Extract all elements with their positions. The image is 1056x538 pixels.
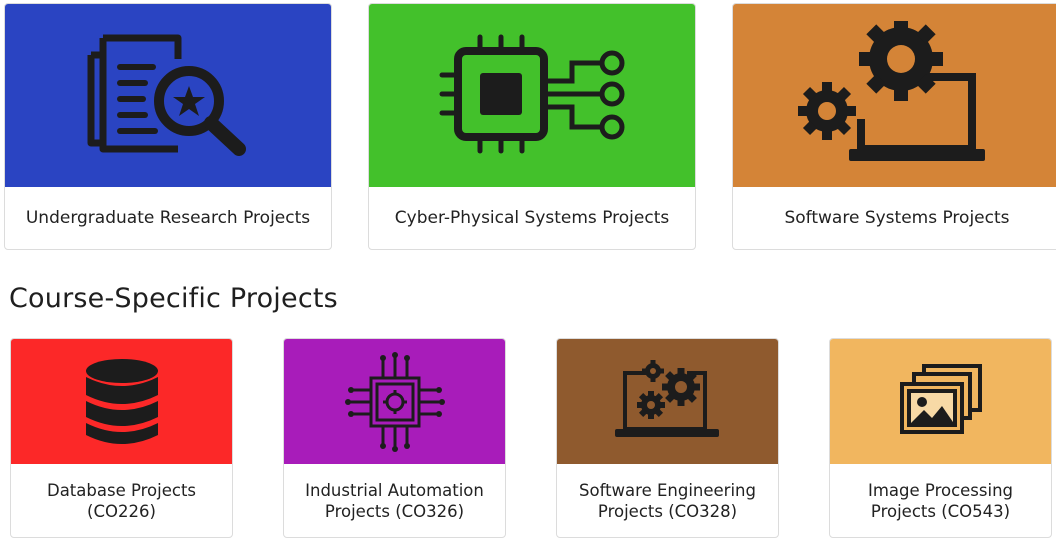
- card-title[interactable]: Database Projects (CO226): [29, 480, 214, 522]
- document-search-star-icon: [87, 34, 246, 156]
- database-icon: [85, 358, 158, 444]
- card-body: Industrial Automation Projects (CO326): [284, 464, 505, 537]
- automation-chip-icon: [344, 351, 445, 452]
- card-image: [5, 4, 331, 187]
- card-image: [11, 339, 232, 464]
- card-image: [733, 4, 1056, 187]
- gears-laptop-icon: [614, 359, 719, 437]
- card-image: [557, 339, 778, 464]
- card-body: Software Engineering Projects (CO328): [557, 464, 778, 537]
- card-body: Cyber-Physical Systems Projects: [369, 187, 695, 249]
- card-image: [369, 4, 695, 187]
- gears-laptop-icon: [798, 20, 985, 161]
- card-title[interactable]: Cyber-Physical Systems Projects: [395, 208, 669, 229]
- section-heading: Course-Specific Projects: [9, 283, 338, 314]
- card-image: [830, 339, 1051, 464]
- card-industrial-automation[interactable]: Industrial Automation Projects (CO326): [283, 338, 506, 538]
- image-gallery-icon: [899, 363, 982, 434]
- card-title[interactable]: Software Engineering Projects (CO328): [575, 480, 760, 522]
- card-undergraduate-research[interactable]: Undergraduate Research Projects: [4, 3, 332, 250]
- card-body: Database Projects (CO226): [11, 464, 232, 537]
- card-cyber-physical[interactable]: Cyber-Physical Systems Projects: [368, 3, 696, 250]
- microchip-circuit-icon: [439, 34, 625, 153]
- card-body: Image Processing Projects (CO543): [830, 464, 1051, 537]
- card-software-systems[interactable]: Software Systems Projects: [732, 3, 1056, 250]
- card-title[interactable]: Industrial Automation Projects (CO326): [302, 480, 487, 522]
- card-software-engineering[interactable]: Software Engineering Projects (CO328): [556, 338, 779, 538]
- card-title[interactable]: Software Systems Projects: [784, 208, 1009, 229]
- card-body: Software Systems Projects: [733, 187, 1056, 249]
- card-title[interactable]: Undergraduate Research Projects: [26, 208, 310, 229]
- card-title[interactable]: Image Processing Projects (CO543): [848, 480, 1033, 522]
- card-image-processing[interactable]: Image Processing Projects (CO543): [829, 338, 1052, 538]
- card-image: [284, 339, 505, 464]
- card-body: Undergraduate Research Projects: [5, 187, 331, 249]
- card-database[interactable]: Database Projects (CO226): [10, 338, 233, 538]
